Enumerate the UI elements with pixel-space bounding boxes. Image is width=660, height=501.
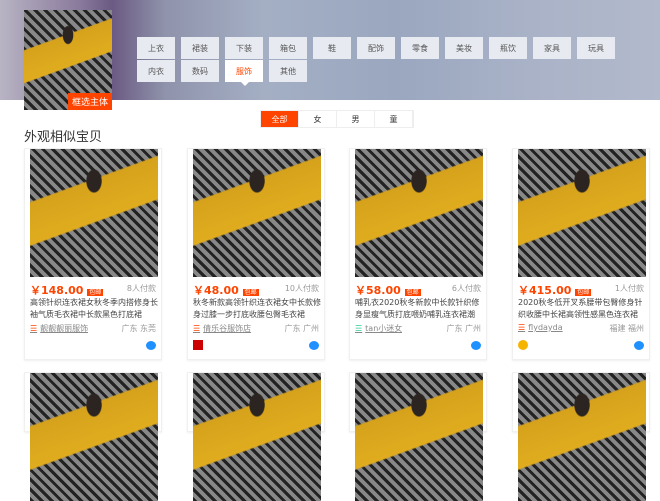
product-card[interactable]: ￥58.00 包邮 6人付款 哺乳衣2020秋冬新款中长款针织修身显瘦气质打底喂… <box>349 148 487 360</box>
category-5[interactable]: 配饰 <box>357 37 395 59</box>
tab-1[interactable]: 女 <box>299 111 337 127</box>
wangwang-chat-icon[interactable] <box>309 341 319 350</box>
product-card[interactable] <box>512 372 650 501</box>
sales-count: 8人付款 <box>126 284 156 293</box>
product-image[interactable] <box>518 373 646 501</box>
category-4[interactable]: 鞋 <box>313 37 351 59</box>
gender-tabs: 全部女男童 <box>260 110 414 128</box>
product-image[interactable] <box>355 373 483 501</box>
free-shipping-badge: 包邮 <box>87 288 104 296</box>
product-card[interactable] <box>349 372 487 501</box>
product-card[interactable]: ￥148.00 包邮 8人付款 高领针织连衣裙女秋冬季内搭修身长袖气质毛衣裙中长… <box>24 148 162 360</box>
category-12[interactable]: 数码 <box>181 60 219 82</box>
category-3[interactable]: 箱包 <box>269 37 307 59</box>
tab-3[interactable]: 童 <box>375 111 413 127</box>
sales-count: 6人付款 <box>451 284 481 293</box>
product-price: ￥58.00 包邮 <box>355 284 421 297</box>
tab-0[interactable]: 全部 <box>261 111 299 127</box>
shop-link[interactable]: ☰ 倩乐谷服饰店 <box>193 323 251 334</box>
product-image[interactable] <box>193 149 321 277</box>
location: 广东 东莞 <box>121 324 156 333</box>
tab-2[interactable]: 男 <box>337 111 375 127</box>
category-13[interactable]: 服饰 <box>225 60 263 86</box>
wangwang-chat-icon[interactable] <box>634 341 644 350</box>
header: 框选主体 上衣 裙装 下装 箱包鞋配饰 零食 美妆 瓶饮 家具 玩具内衣 数码 服饰 其他 <box>0 0 660 110</box>
category-10[interactable]: 玩具 <box>577 37 615 59</box>
product-image[interactable] <box>30 373 158 501</box>
product-card[interactable]: ￥415.00 包邮 1人付款 2020秋冬低开叉系腰带包臀修身针织收腰中长裙高… <box>512 148 650 360</box>
category-7[interactable]: 美妆 <box>445 37 483 59</box>
category-11[interactable]: 内衣 <box>137 60 175 82</box>
free-shipping-badge: 包邮 <box>242 288 259 296</box>
product-title[interactable]: 2020秋冬低开叉系腰带包臀修身针织收腰中长裙高领性感黑色连衣裙 <box>518 297 646 321</box>
shop-badge-icon <box>518 340 528 350</box>
shop-link[interactable]: ☰ 靓靓靓丽服饰 <box>30 323 88 334</box>
shop-link[interactable]: ☰ tan小迷女 <box>355 323 402 334</box>
category-8[interactable]: 瓶饮 <box>489 37 527 59</box>
shop-link[interactable]: ☰ flydayda <box>518 323 563 332</box>
free-shipping-badge: 包邮 <box>575 288 592 296</box>
product-title[interactable]: 高领针织连衣裙女秋冬季内搭修身长袖气质毛衣裙中长款黑色打底裙 <box>30 297 158 321</box>
product-price: ￥148.00 包邮 <box>30 284 104 297</box>
category-14[interactable]: 其他 <box>269 60 307 82</box>
category-0[interactable]: 上衣 <box>137 37 175 59</box>
category-2[interactable]: 下装 <box>225 37 263 59</box>
product-card[interactable] <box>24 372 162 501</box>
category-9[interactable]: 家具 <box>533 37 571 59</box>
location: 福建 福州 <box>609 324 644 333</box>
product-title[interactable]: 秋冬新款高领针织连衣裙女中长款修身过膝一步打底收腰包臀毛衣裙 <box>193 297 321 321</box>
category-6[interactable]: 零食 <box>401 37 439 59</box>
product-price: ￥48.00 包邮 <box>193 284 259 297</box>
search-image-thumbnail[interactable]: 框选主体 <box>24 10 112 110</box>
product-image[interactable] <box>193 373 321 501</box>
shop-badge-icon <box>193 340 203 350</box>
product-title[interactable]: 哺乳衣2020秋冬新款中长款针织修身显瘦气质打底喂奶哺乳连衣裙潮 <box>355 297 483 321</box>
shop-icon: ☰ <box>355 324 363 333</box>
product-image[interactable] <box>518 149 646 277</box>
product-card[interactable]: ￥48.00 包邮 10人付款 秋冬新款高领针织连衣裙女中长款修身过膝一步打底收… <box>187 148 325 360</box>
shop-icon: ☰ <box>30 324 38 333</box>
section-title: 外观相似宝贝 <box>24 130 103 145</box>
crop-subject-button[interactable]: 框选主体 <box>67 93 112 110</box>
category-1[interactable]: 裙装 <box>181 37 219 59</box>
shop-icon: ☰ <box>518 323 526 332</box>
sales-count: 1人付款 <box>614 284 644 293</box>
product-card[interactable] <box>187 372 325 501</box>
wangwang-chat-icon[interactable] <box>146 341 156 350</box>
location: 广东 广州 <box>284 324 319 333</box>
product-price: ￥415.00 包邮 <box>518 284 592 297</box>
product-image[interactable] <box>30 149 158 277</box>
shop-icon: ☰ <box>193 324 201 333</box>
product-image[interactable] <box>355 149 483 277</box>
free-shipping-badge: 包邮 <box>404 288 421 296</box>
wangwang-chat-icon[interactable] <box>471 341 481 350</box>
sales-count: 10人付款 <box>284 284 319 293</box>
location: 广东 广州 <box>446 324 481 333</box>
